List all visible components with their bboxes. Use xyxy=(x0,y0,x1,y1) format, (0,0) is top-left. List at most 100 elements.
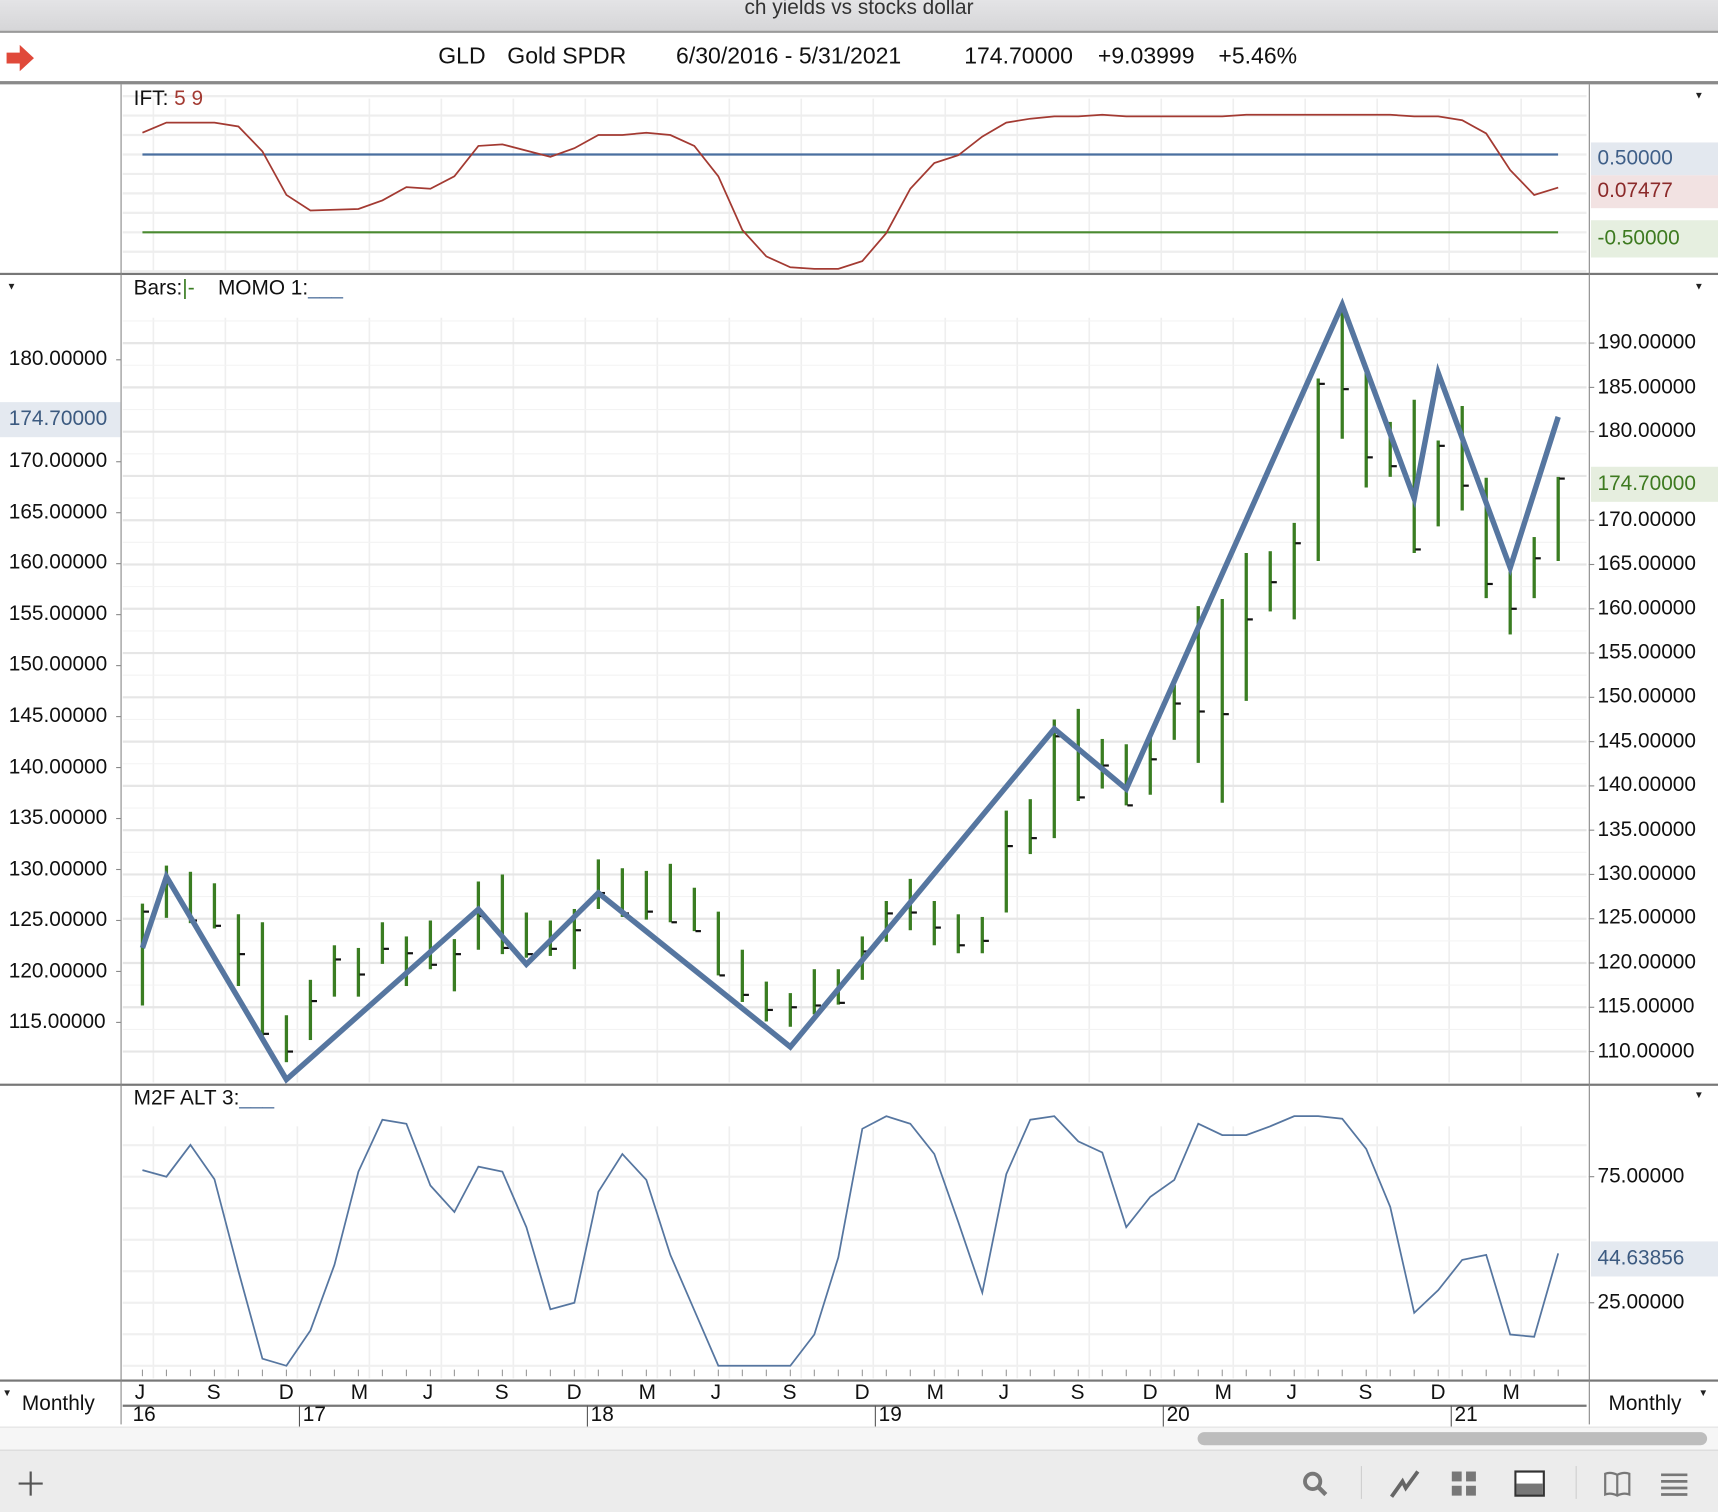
left-axis-label: 140.00000 xyxy=(8,755,108,779)
right-axis-label: 165.00000 xyxy=(1597,552,1696,576)
ift-label: IFT: xyxy=(133,87,169,111)
right-axis-label: 140.00000 xyxy=(1597,773,1696,797)
right-axis-label: 190.00000 xyxy=(1597,331,1696,355)
periodicity-right-triangle-icon[interactable]: ▼ xyxy=(1698,1387,1708,1398)
periodicity-left-triangle-icon[interactable]: ▼ xyxy=(2,1387,12,1398)
left-axis-label: 125.00000 xyxy=(8,908,108,932)
ift-upper-level-label: 0.50000 xyxy=(1590,142,1718,176)
right-axis-last-price: 174.70000 xyxy=(1590,466,1718,502)
left-axis-label: 135.00000 xyxy=(8,806,108,830)
month-label: D xyxy=(1142,1381,1158,1405)
ift-line xyxy=(142,113,1559,270)
month-label: M xyxy=(926,1381,944,1405)
month-label: M xyxy=(1214,1381,1232,1405)
month-label: J xyxy=(1286,1381,1297,1405)
month-label: S xyxy=(1358,1381,1373,1405)
right-axis-label: 125.00000 xyxy=(1597,906,1696,930)
ift-params: 5 9 xyxy=(174,87,204,111)
grid-icon[interactable] xyxy=(1449,1468,1480,1499)
ift-legend[interactable]: IFT: 5 9 xyxy=(134,88,203,112)
plus-icon[interactable] xyxy=(15,1468,46,1499)
left-axis-label: 170.00000 xyxy=(8,449,108,473)
bottom-toolbar xyxy=(0,1450,1718,1512)
ift-menu-triangle-icon[interactable]: ▼ xyxy=(1694,90,1704,101)
right-axis-label: 130.00000 xyxy=(1597,862,1696,886)
left-axis-border xyxy=(120,84,122,1425)
book-icon[interactable] xyxy=(1602,1468,1633,1499)
line-chart-icon[interactable] xyxy=(1389,1468,1420,1499)
menu-icon[interactable] xyxy=(1659,1468,1690,1499)
month-label: S xyxy=(206,1381,221,1405)
year-label: 16 xyxy=(132,1403,156,1427)
month-label: D xyxy=(278,1381,294,1405)
left-axis-label: 145.00000 xyxy=(8,704,108,728)
left-axis-label: 160.00000 xyxy=(8,551,108,575)
year-label: 19 xyxy=(878,1403,902,1427)
left-axis-label: 150.00000 xyxy=(8,653,108,677)
toolbar-separator xyxy=(1575,1466,1577,1499)
scrollbar-thumb[interactable] xyxy=(1197,1432,1708,1446)
right-axis-label: 150.00000 xyxy=(1597,685,1696,709)
panel-divider[interactable] xyxy=(0,1083,1718,1086)
month-label: J xyxy=(134,1381,146,1405)
m2f-line xyxy=(142,1115,1560,1367)
right-axis-label: 135.00000 xyxy=(1597,818,1696,842)
momo-line-swatch: ___ xyxy=(308,277,343,301)
month-label: D xyxy=(566,1381,582,1405)
main-menu-triangle-icon[interactable]: ▼ xyxy=(1694,280,1704,291)
month-label: J xyxy=(710,1381,722,1405)
m2f-axis-label: 25.00000 xyxy=(1597,1290,1685,1314)
right-axis-label: 160.00000 xyxy=(1597,596,1696,620)
right-axis-label: 185.00000 xyxy=(1597,375,1696,399)
m2f-label: M2F ALT 3: xyxy=(133,1086,240,1110)
periodicity-left[interactable]: Monthly xyxy=(22,1393,95,1417)
panel-icon[interactable] xyxy=(1514,1468,1545,1499)
right-axis-label: 145.00000 xyxy=(1597,729,1696,753)
momo-label: MOMO 1: xyxy=(217,277,309,301)
month-label: J xyxy=(422,1381,434,1405)
m2f-legend[interactable]: M2F ALT 3:___ xyxy=(134,1087,274,1111)
periodicity-right[interactable]: Monthly xyxy=(1608,1393,1681,1417)
right-axis-label: 120.00000 xyxy=(1597,950,1696,974)
main-legend[interactable]: Bars:|- MOMO 1:___ xyxy=(134,277,343,301)
year-label: 21 xyxy=(1454,1403,1478,1427)
month-label: D xyxy=(1430,1381,1446,1405)
left-axis-label: 165.00000 xyxy=(8,500,108,524)
month-label: M xyxy=(350,1381,369,1405)
right-axis-label: 110.00000 xyxy=(1597,1039,1695,1063)
month-label: S xyxy=(1070,1381,1085,1405)
month-label: M xyxy=(638,1381,657,1405)
right-axis-label: 115.00000 xyxy=(1597,995,1695,1019)
right-axis-label: 155.00000 xyxy=(1597,640,1696,664)
month-label: S xyxy=(782,1381,797,1405)
left-axis-label: 130.00000 xyxy=(8,857,108,881)
year-label: 18 xyxy=(590,1403,614,1427)
right-axis-label: 170.00000 xyxy=(1597,508,1696,532)
left-axis-menu-triangle-icon[interactable]: ▼ xyxy=(7,280,17,291)
month-label: S xyxy=(494,1381,509,1405)
bars-label: Bars: xyxy=(133,277,183,301)
toolbar-separator xyxy=(1360,1466,1362,1499)
right-axis-border xyxy=(1588,84,1590,1425)
search-icon[interactable] xyxy=(1300,1468,1331,1499)
chart-canvas[interactable] xyxy=(0,0,1718,1512)
ift-lower-level-label: -0.50000 xyxy=(1590,220,1718,258)
bars-glyph: |- xyxy=(182,277,195,301)
chart-window: ch yields vs stocks dollar GLD Gold SPDR… xyxy=(0,0,1718,1512)
year-label: 17 xyxy=(302,1403,326,1427)
year-label: 20 xyxy=(1166,1403,1190,1427)
left-axis-label: 115.00000 xyxy=(8,1010,106,1034)
left-axis-last-value: 174.70000 xyxy=(0,401,121,437)
m2f-line-swatch: ___ xyxy=(239,1086,275,1110)
ift-last-value-label: 0.07477 xyxy=(1590,175,1718,209)
m2f-menu-triangle-icon[interactable]: ▼ xyxy=(1694,1089,1704,1100)
right-axis-label: 180.00000 xyxy=(1597,419,1696,443)
horizontal-scrollbar[interactable] xyxy=(0,1426,1718,1452)
left-axis-label: 155.00000 xyxy=(8,602,108,626)
panel-divider[interactable] xyxy=(0,272,1718,276)
left-axis-label: 120.00000 xyxy=(8,959,108,983)
month-label: D xyxy=(854,1381,870,1405)
month-label: M xyxy=(1502,1381,1520,1405)
m2f-last-value-label: 44.63856 xyxy=(1590,1241,1718,1277)
left-axis-label: 180.00000 xyxy=(8,347,108,371)
